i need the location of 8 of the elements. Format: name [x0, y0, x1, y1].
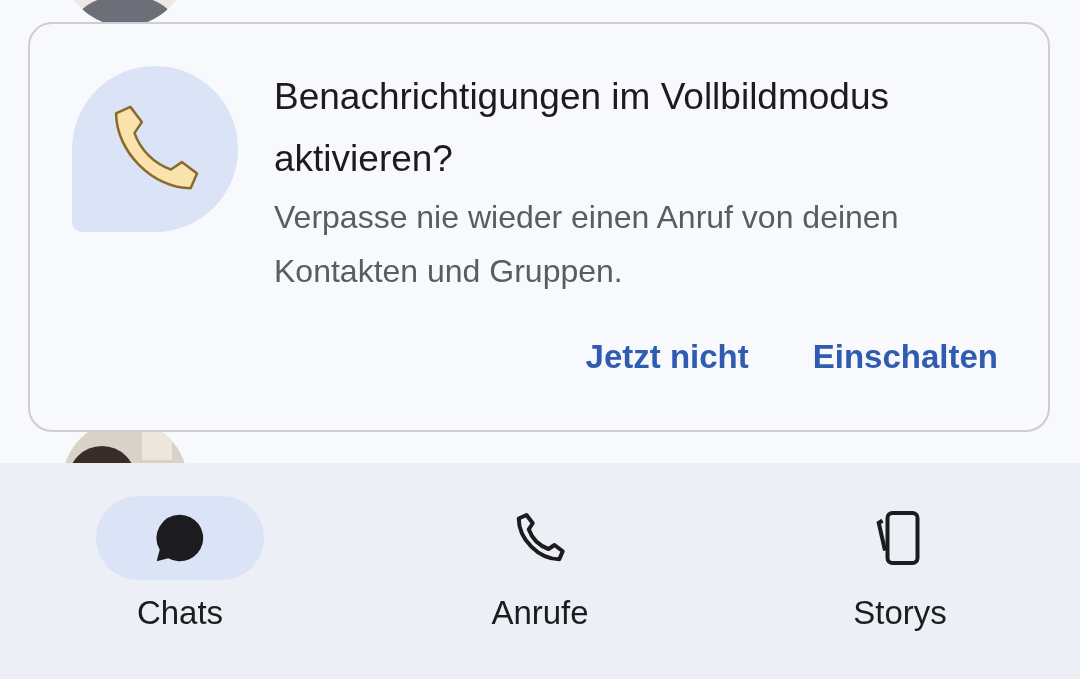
- enable-button[interactable]: Einschalten: [812, 338, 998, 376]
- nav-tab[interactable]: Storys: [815, 496, 985, 679]
- nav-tab[interactable]: Chats: [95, 496, 265, 679]
- dismiss-button[interactable]: Jetzt nicht: [585, 338, 749, 376]
- prompt-title: Benachrichtigungen im Vollbildmodus aktivieren?: [274, 75, 890, 181]
- phone-bubble-icon: [70, 64, 240, 234]
- nav-tab[interactable]: Anrufe: [455, 496, 625, 679]
- prompt-message: Verpasse nie wieder einen Anruf von deinen Kontakten und Gruppen.: [274, 198, 900, 291]
